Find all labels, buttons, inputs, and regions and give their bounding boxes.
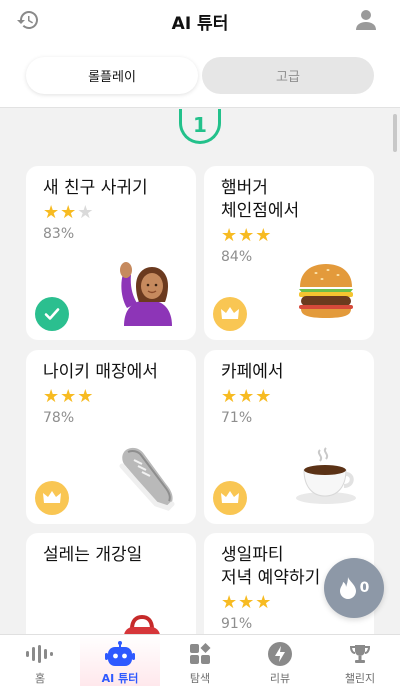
star-icon: ★ [60, 386, 77, 407]
backpack-icon [124, 615, 160, 634]
tab-home[interactable]: 홈 [0, 635, 80, 686]
waveform-icon [25, 641, 55, 667]
tab-label: 홈 [34, 672, 46, 685]
check-icon [35, 297, 69, 331]
star-icon: ★ [77, 202, 94, 223]
star-icon: ★ [43, 202, 60, 223]
trophy-icon [345, 641, 375, 667]
card-percent: 71% [221, 410, 253, 426]
star-rating: ★ ★ ★ [43, 204, 93, 222]
grid-icon [185, 641, 215, 667]
card-percent: 83% [43, 226, 75, 242]
card-title: 햄버거 체인점에서 [221, 178, 300, 221]
star-rating: ★ ★ ★ [221, 227, 271, 245]
profile-icon[interactable] [354, 8, 378, 32]
flame-icon [339, 577, 356, 599]
star-icon: ★ [221, 386, 238, 407]
tab-explore[interactable]: 탐색 [160, 635, 240, 686]
streak-count: 0 [359, 580, 370, 596]
card-title: 생일파티 저녁 예약하기 [221, 545, 321, 588]
card-percent: 84% [221, 249, 253, 265]
crown-icon [213, 481, 247, 515]
level-indicator: 1 [179, 109, 221, 144]
page-title: AI 튜터 [171, 14, 229, 34]
star-rating: ★ ★ ★ [221, 594, 271, 612]
star-icon: ★ [77, 386, 94, 407]
star-icon: ★ [221, 225, 238, 246]
tab-challenge[interactable]: 챌린지 [320, 635, 400, 686]
sneaker-icon [119, 447, 175, 511]
coffee-cup-icon [296, 447, 356, 504]
star-icon: ★ [238, 592, 255, 613]
star-rating: ★ ★ ★ [221, 388, 271, 406]
tab-roleplay[interactable]: 롤플레이 [26, 57, 198, 94]
card-percent: 78% [43, 410, 75, 426]
star-icon: ★ [255, 592, 272, 613]
scrollbar[interactable] [393, 114, 397, 152]
app-header: AI 튜터 롤플레이 고급 [0, 0, 400, 108]
robot-icon [105, 641, 135, 667]
lesson-list[interactable]: 1 새 친구 사귀기 ★★★ 83% 햄버거 체인점에서 ★★★ 84% [0, 109, 400, 634]
crown-icon [213, 297, 247, 331]
star-icon: ★ [43, 386, 60, 407]
star-icon: ★ [238, 225, 255, 246]
star-icon: ★ [221, 592, 238, 613]
lightning-icon [265, 641, 295, 667]
bottom-tab-bar: 홈 AI 튜터 탐색 리뷰 챌린지 [0, 634, 400, 686]
card-title: 설레는 개강일 [43, 545, 143, 565]
lesson-card-burger-chain[interactable]: 햄버거 체인점에서 ★ ★ ★ 84% [204, 166, 374, 340]
card-title: 카페에서 [221, 362, 284, 382]
card-title: 새 친구 사귀기 [43, 178, 148, 198]
star-icon: ★ [255, 225, 272, 246]
star-rating: ★ ★ ★ [43, 388, 93, 406]
tab-label: 리뷰 [269, 672, 291, 685]
card-title: 나이키 매장에서 [43, 362, 158, 382]
lesson-card-nike-store[interactable]: 나이키 매장에서 ★ ★ ★ 78% [26, 350, 196, 524]
tab-label: 챌린지 [344, 672, 376, 685]
hamburger-icon [299, 264, 353, 318]
streak-button[interactable]: 0 [324, 558, 384, 618]
card-percent: 91% [221, 616, 253, 632]
tab-review[interactable]: 리뷰 [240, 635, 320, 686]
star-icon: ★ [238, 386, 255, 407]
woman-raising-hand-icon [120, 262, 172, 326]
lesson-card-cafe[interactable]: 카페에서 ★ ★ ★ 71% [204, 350, 374, 524]
tab-ai-tutor[interactable]: AI 튜터 [80, 635, 160, 686]
lesson-card-first-day[interactable]: 설레는 개강일 [26, 533, 196, 634]
star-icon: ★ [255, 386, 272, 407]
tab-label: 탐색 [189, 672, 211, 685]
crown-icon [35, 481, 69, 515]
tab-advanced[interactable]: 고급 [202, 57, 374, 94]
lesson-card-new-friend[interactable]: 새 친구 사귀기 ★ ★ ★ 83% [26, 166, 196, 340]
star-icon: ★ [60, 202, 77, 223]
tab-label: AI 튜터 [101, 672, 139, 685]
